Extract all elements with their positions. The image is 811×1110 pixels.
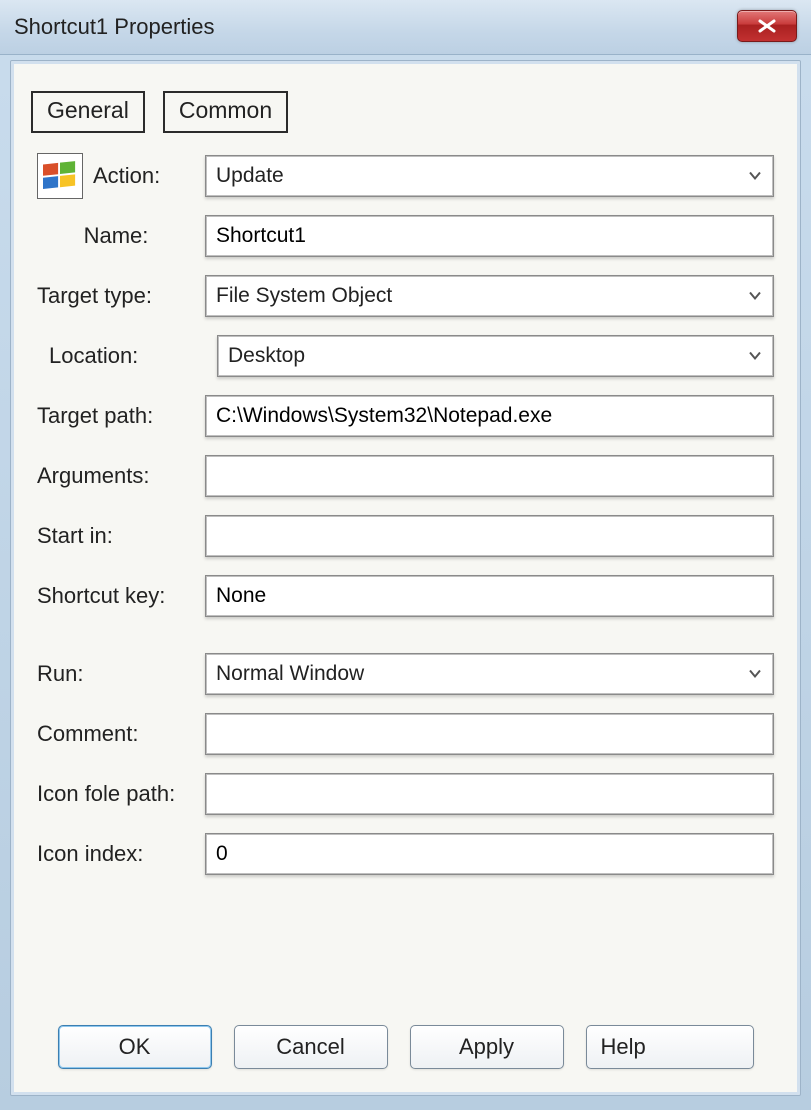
tab-general[interactable]: General [31,91,145,133]
label-location: Location: [49,343,138,369]
icon-file-path-input[interactable] [205,773,774,815]
close-icon [757,13,777,39]
window-title: Shortcut1 Properties [14,14,215,40]
target-type-dropdown[interactable]: File System Object [205,275,774,317]
name-input[interactable] [205,215,774,257]
tab-strip: General Common [11,91,800,151]
chevron-down-icon [748,170,762,180]
icon-index-input[interactable] [205,833,774,875]
chevron-down-icon [748,350,762,360]
windows-logo-icon [37,153,83,199]
arguments-input[interactable] [205,455,774,497]
help-button[interactable]: Help [586,1025,754,1069]
label-action: Action: [93,163,160,189]
chevron-down-icon [748,290,762,300]
row-action: Action: Update [37,151,774,201]
form-area: Action: Update Name: [11,151,800,879]
dialog-client-area: General Common [10,60,801,1096]
row-start-in: Start in: [37,511,774,561]
target-type-value: File System Object [216,284,392,308]
location-value: Desktop [228,344,305,368]
location-dropdown[interactable]: Desktop [217,335,774,377]
label-arguments: Arguments: [37,463,150,489]
row-comment: Comment: [37,709,774,759]
start-in-input[interactable] [205,515,774,557]
apply-button[interactable]: Apply [410,1025,564,1069]
row-icon-file-path: Icon fole path: [37,769,774,819]
ok-button[interactable]: OK [58,1025,212,1069]
label-target-path: Target path: [37,403,153,429]
row-location: Location: Desktop [37,331,774,381]
label-comment: Comment: [37,721,138,747]
action-value: Update [216,164,284,188]
label-shortcut-key: Shortcut key: [37,583,165,609]
row-target-type: Target type: File System Object [37,271,774,321]
tab-common[interactable]: Common [163,91,288,133]
label-icon-file-path: Icon fole path: [37,781,175,807]
row-shortcut-key: Shortcut key: [37,571,774,621]
target-path-input[interactable] [205,395,774,437]
row-icon-index: Icon index: [37,829,774,879]
run-dropdown[interactable]: Normal Window [205,653,774,695]
label-run: Run: [37,661,83,687]
shortcut-key-input[interactable] [205,575,774,617]
titlebar: Shortcut1 Properties [0,0,811,55]
row-target-path: Target path: [37,391,774,441]
label-icon-index: Icon index: [37,841,143,867]
cancel-button[interactable]: Cancel [234,1025,388,1069]
label-name: Name: [84,223,149,249]
row-arguments: Arguments: [37,451,774,501]
label-start-in: Start in: [37,523,113,549]
comment-input[interactable] [205,713,774,755]
row-run: Run: Normal Window [37,649,774,699]
chevron-down-icon [748,668,762,678]
label-target-type: Target type: [37,283,152,309]
action-dropdown[interactable]: Update [205,155,774,197]
run-value: Normal Window [216,662,364,686]
dialog-button-row: OK Cancel Apply Help [11,1025,800,1069]
row-name: Name: [37,211,774,261]
close-button[interactable] [737,10,797,42]
